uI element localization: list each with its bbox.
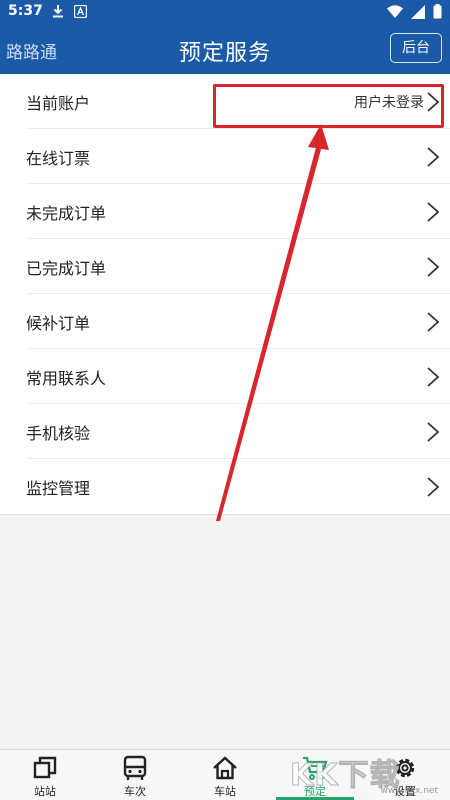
nav-item-train-number[interactable]: 车次 [90, 750, 180, 800]
menu-item-completed-orders[interactable]: 已完成订单 [0, 239, 450, 294]
watermark-url: www.kkx.net [380, 786, 439, 796]
menu-item-unfinished-orders[interactable]: 未完成订单 [0, 184, 450, 239]
menu-item-label: 常用联系人 [26, 368, 107, 388]
battery-icon [433, 4, 442, 19]
page-title: 预定服务 [178, 41, 271, 66]
home-icon [213, 756, 237, 780]
menu-item-waitlist-orders[interactable]: 候补订单 [0, 294, 450, 349]
annotation-highlight-box [213, 84, 444, 128]
nav-label: 车次 [124, 785, 146, 798]
nav-label: 车站 [214, 785, 236, 798]
menu-item-label: 候补订单 [26, 313, 91, 333]
menu-item-online-booking[interactable]: 在线订票 [0, 129, 450, 184]
menu-item-frequent-contacts[interactable]: 常用联系人 [0, 349, 450, 404]
chevron-right-icon [427, 257, 440, 277]
chevron-right-icon [427, 367, 440, 387]
menu-item-label: 已完成订单 [26, 258, 107, 278]
menu-item-monitor-management[interactable]: 监控管理 [0, 459, 450, 514]
menu-item-label: 未完成订单 [26, 203, 107, 223]
nav-item-station[interactable]: 车站 [180, 750, 270, 800]
status-bar: 5:37 [0, 0, 450, 24]
chevron-right-icon [427, 422, 440, 442]
status-time: 5:37 [8, 3, 43, 19]
menu-list: 当前账户 用户未登录 在线订票 未完成订单 已完成订单 候补订单 常用联系人 手… [0, 74, 450, 515]
download-icon [53, 5, 63, 18]
menu-item-label: 当前账户 [26, 93, 91, 113]
bus-icon [123, 755, 147, 780]
back-button[interactable]: 后台 [390, 33, 442, 63]
signal-icon [411, 4, 425, 19]
chevron-right-icon [427, 147, 440, 167]
status-notifications [52, 4, 87, 18]
menu-item-label: 在线订票 [26, 148, 91, 168]
menu-item-label: 手机核验 [26, 423, 91, 443]
app-bar: 路路通 预定服务 后台 [0, 24, 450, 74]
station-to-station-icon [33, 756, 57, 779]
menu-item-phone-verification[interactable]: 手机核验 [0, 404, 450, 459]
chevron-right-icon [427, 202, 440, 222]
screen: 5:37 路路通 预定服务 后台 当前账户 用户未登录 在线订票 未完成订单 已… [0, 0, 450, 800]
nav-label: 站站 [34, 785, 56, 798]
menu-item-label: 监控管理 [26, 478, 91, 498]
chevron-right-icon [427, 312, 440, 332]
nav-item-station-to-station[interactable]: 站站 [0, 750, 90, 800]
chevron-right-icon [427, 477, 440, 497]
watermark: KK下载 www.kkx.net [290, 750, 440, 797]
app-notification-icon [74, 4, 87, 18]
status-system-icons [387, 4, 442, 19]
wifi-icon [387, 5, 403, 18]
